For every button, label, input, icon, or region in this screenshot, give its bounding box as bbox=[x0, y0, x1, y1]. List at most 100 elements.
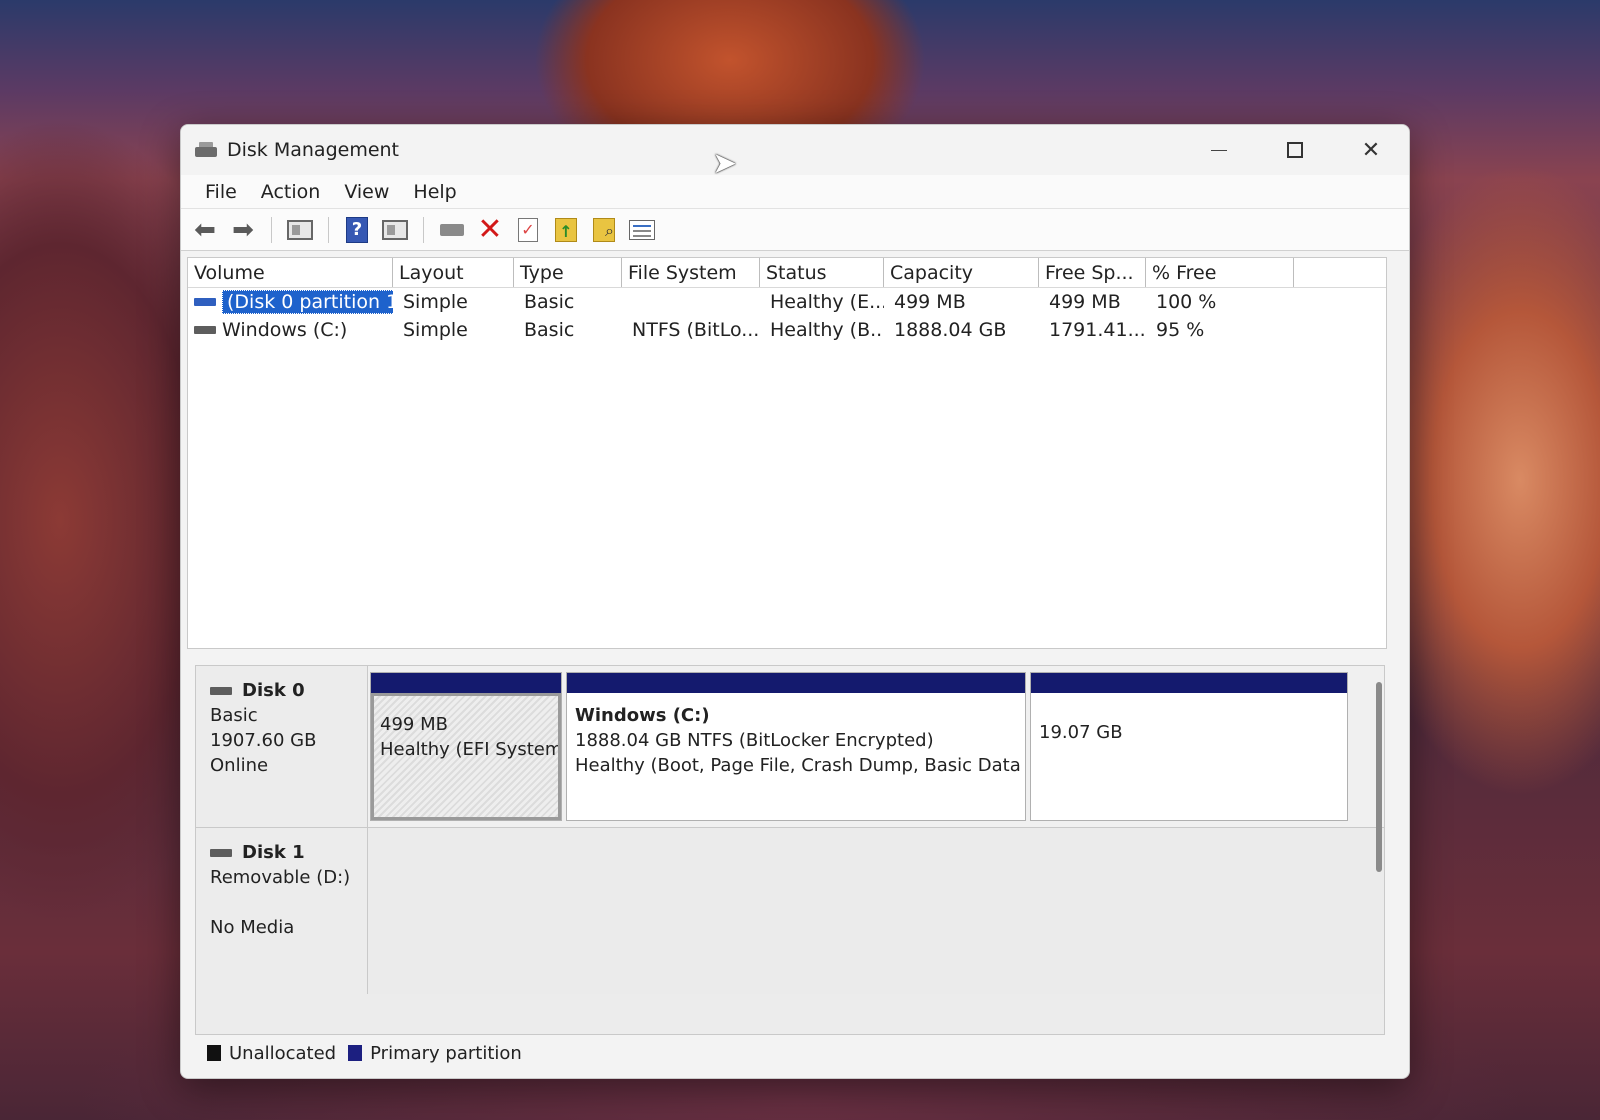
disk-size bbox=[210, 890, 353, 915]
partition-efi[interactable]: 499 MB Healthy (EFI System bbox=[370, 672, 562, 821]
maximize-button[interactable] bbox=[1257, 125, 1333, 175]
column-header-type[interactable]: Type bbox=[514, 258, 622, 287]
properties-button[interactable]: ✓ bbox=[512, 214, 544, 246]
capacity-cell: 1888.04 GB bbox=[894, 319, 1007, 341]
layout-cell: Simple bbox=[403, 319, 468, 341]
column-header-volume[interactable]: Volume bbox=[188, 258, 393, 287]
help-button[interactable]: ? bbox=[341, 214, 373, 246]
partition-body: Windows (C:) 1888.04 GB NTFS (BitLocker … bbox=[567, 693, 1025, 820]
status-cell: Healthy (B... bbox=[770, 319, 884, 341]
maximize-icon bbox=[1287, 142, 1303, 158]
toolbar-separator bbox=[328, 216, 329, 243]
mouse-cursor-icon: ➤ bbox=[712, 146, 738, 181]
free-space-cell: 499 MB bbox=[1049, 291, 1121, 313]
disk-management-window: Disk Management ✕ File Action View Help … bbox=[180, 124, 1410, 1079]
partition-unlabeled[interactable]: 19.07 GB bbox=[1030, 672, 1348, 821]
disk-management-icon bbox=[195, 141, 217, 159]
primary-partition-bar bbox=[1031, 673, 1347, 693]
forward-arrow-icon: ➡ bbox=[232, 214, 254, 245]
disk-name: Disk 0 bbox=[242, 680, 305, 701]
file-system-cell: NTFS (BitLo... bbox=[632, 319, 760, 341]
disk-0-partitions: 499 MB Healthy (EFI System Windows (C:) … bbox=[368, 666, 1384, 827]
disk-1-label[interactable]: Disk 1 Removable (D:) No Media bbox=[196, 828, 368, 994]
primary-partition-bar bbox=[371, 673, 561, 693]
disk-row: Disk 0 Basic 1907.60 GB Online 499 MB He… bbox=[196, 666, 1384, 828]
column-header-status[interactable]: Status bbox=[760, 258, 884, 287]
disk-type: Removable (D:) bbox=[210, 867, 351, 888]
status-cell: Healthy (E... bbox=[770, 291, 884, 313]
volume-name: Windows (C:) bbox=[222, 319, 348, 341]
console-tree-icon bbox=[287, 219, 313, 240]
window-title: Disk Management bbox=[227, 139, 400, 161]
menu-action[interactable]: Action bbox=[249, 177, 333, 207]
type-cell: Basic bbox=[524, 319, 575, 341]
column-header-free-space[interactable]: Free Sp... bbox=[1039, 258, 1146, 287]
drive-icon bbox=[194, 298, 216, 306]
partition-status: Healthy (Boot, Page File, Crash Dump, Ba… bbox=[575, 755, 1025, 776]
drive-icon bbox=[194, 326, 216, 334]
legend-label: Primary partition bbox=[370, 1042, 522, 1064]
minimize-button[interactable] bbox=[1181, 125, 1257, 175]
explore-button[interactable]: ⌕ bbox=[588, 214, 620, 246]
disk-row: Disk 1 Removable (D:) No Media bbox=[196, 828, 1384, 994]
percent-free-cell: 95 % bbox=[1156, 319, 1205, 341]
forward-button[interactable]: ➡ bbox=[227, 214, 259, 246]
menu-file[interactable]: File bbox=[193, 177, 249, 207]
table-row[interactable]: (Disk 0 partition 1) Simple Basic Health… bbox=[188, 288, 1386, 316]
toolbar-separator bbox=[271, 216, 272, 243]
help-icon: ? bbox=[346, 216, 368, 243]
title-bar[interactable]: Disk Management ✕ bbox=[181, 125, 1409, 175]
list-view-icon bbox=[629, 219, 655, 240]
partition-body: 499 MB Healthy (EFI System bbox=[371, 693, 561, 820]
disk-icon bbox=[210, 686, 232, 695]
column-header-capacity[interactable]: Capacity bbox=[884, 258, 1039, 287]
show-hide-console-tree-button[interactable] bbox=[284, 214, 316, 246]
disk-state: Online bbox=[210, 755, 269, 776]
volume-list: Volume Layout Type File System Status Ca… bbox=[187, 257, 1387, 649]
toolbar: ⬅ ➡ ? ✕ ✓ ↑ ⌕ bbox=[181, 209, 1409, 251]
drive-icon bbox=[440, 223, 464, 236]
close-button[interactable]: ✕ bbox=[1333, 125, 1409, 175]
partition-status: Healthy (EFI System bbox=[380, 739, 561, 760]
free-space-cell: 1791.41... bbox=[1049, 319, 1146, 341]
volume-cell: (Disk 0 partition 1) bbox=[188, 290, 393, 314]
volume-name: (Disk 0 partition 1) bbox=[222, 290, 393, 314]
toolbar-separator bbox=[423, 216, 424, 243]
show-hide-action-pane-button[interactable] bbox=[379, 214, 411, 246]
open-button[interactable]: ↑ bbox=[550, 214, 582, 246]
vertical-scrollbar[interactable] bbox=[1376, 682, 1382, 872]
disk-0-label[interactable]: Disk 0 Basic 1907.60 GB Online bbox=[196, 666, 368, 827]
connect-virtual-disk-button[interactable] bbox=[436, 214, 468, 246]
menu-help[interactable]: Help bbox=[401, 177, 468, 207]
disk-1-partitions[interactable] bbox=[368, 828, 1384, 994]
menu-view[interactable]: View bbox=[332, 177, 401, 207]
folder-search-icon: ⌕ bbox=[593, 217, 615, 242]
table-row[interactable]: Windows (C:) Simple Basic NTFS (BitLo...… bbox=[188, 316, 1386, 344]
partition-body: 19.07 GB bbox=[1031, 693, 1347, 820]
legend: Unallocated Primary partition bbox=[195, 1035, 1385, 1071]
volume-list-header: Volume Layout Type File System Status Ca… bbox=[188, 258, 1386, 288]
partition-size: 19.07 GB bbox=[1039, 722, 1123, 743]
view-list-button[interactable] bbox=[626, 214, 658, 246]
column-header-percent-free[interactable]: % Free bbox=[1146, 258, 1294, 287]
layout-cell: Simple bbox=[403, 291, 468, 313]
disk-map: Disk 0 Basic 1907.60 GB Online 499 MB He… bbox=[195, 665, 1385, 1035]
column-header-file-system[interactable]: File System bbox=[622, 258, 760, 287]
capacity-cell: 499 MB bbox=[894, 291, 966, 313]
legend-primary-partition: Primary partition bbox=[348, 1043, 522, 1064]
delete-button[interactable]: ✕ bbox=[474, 214, 506, 246]
percent-free-cell: 100 % bbox=[1156, 291, 1217, 313]
back-arrow-icon: ⬅ bbox=[194, 214, 216, 245]
back-button[interactable]: ⬅ bbox=[189, 214, 221, 246]
disk-name: Disk 1 bbox=[242, 842, 305, 863]
partition-windows-c[interactable]: Windows (C:) 1888.04 GB NTFS (BitLocker … bbox=[566, 672, 1026, 821]
type-cell: Basic bbox=[524, 291, 575, 313]
legend-label: Unallocated bbox=[229, 1042, 337, 1064]
checklist-icon: ✓ bbox=[518, 217, 538, 242]
column-header-layout[interactable]: Layout bbox=[393, 258, 514, 287]
legend-swatch bbox=[207, 1045, 221, 1061]
disk-type: Basic bbox=[210, 705, 258, 726]
partition-size: 1888.04 GB NTFS (BitLocker Encrypted) bbox=[575, 730, 934, 751]
disk-0-name-row: Disk 0 bbox=[210, 678, 353, 703]
disk-icon bbox=[210, 848, 232, 857]
